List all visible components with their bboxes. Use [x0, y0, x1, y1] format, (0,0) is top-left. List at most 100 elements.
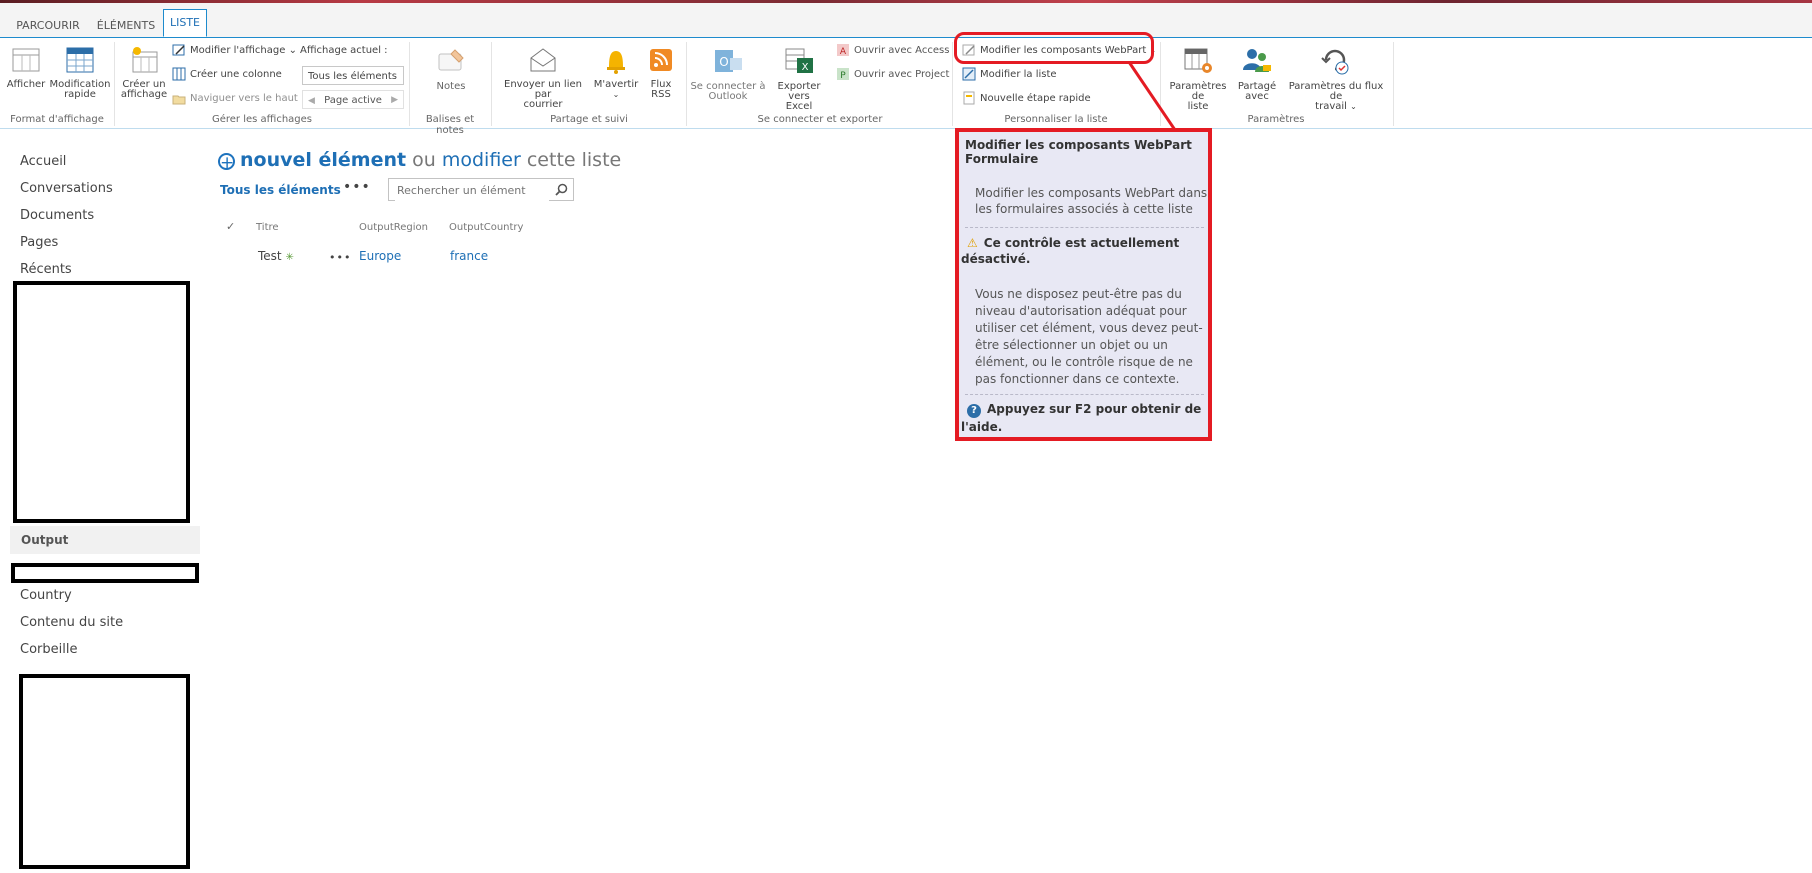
modifier-liste-button[interactable]: Modifier la liste	[962, 66, 1057, 84]
tooltip-help: ? Appuyez sur F2 pour obtenir de l'aide.	[961, 402, 1201, 434]
redacted-block	[11, 563, 199, 583]
nouvelle-etape-button[interactable]: Nouvelle étape rapide	[962, 90, 1091, 108]
list-settings-icon	[1184, 48, 1212, 73]
ou-text: ou	[412, 149, 436, 171]
rss-icon	[650, 49, 672, 71]
nav-item-pages[interactable]: Pages	[20, 235, 58, 250]
modifier-affichage-button[interactable]: Modifier l'affichage ⌄	[172, 42, 297, 60]
page-active-pager[interactable]: ◀ Page active ▶	[302, 90, 404, 109]
view-ellipsis-icon[interactable]: •••	[343, 179, 371, 195]
creer-affichage-button[interactable]: Créer un affichage	[118, 46, 170, 100]
nav-item-country[interactable]: Country	[20, 588, 72, 603]
navigate-up-icon	[172, 95, 186, 105]
affichage-actuel-dropdown[interactable]: Tous les éléments▾	[302, 66, 404, 100]
envoyer-lien-button[interactable]: Envoyer un lien par courrier	[495, 46, 591, 110]
label-line: rapide	[64, 89, 96, 100]
m-avertir-button[interactable]: M'avertir ⌄	[591, 46, 641, 100]
tab-parcourir[interactable]: PARCOURIR	[12, 13, 84, 38]
flux-rss-button[interactable]: Flux RSS	[645, 46, 677, 100]
new-item-star-icon: ✳	[285, 252, 294, 263]
tooltip-reason-line: élément, ou le contrôle risque de ne	[975, 355, 1193, 369]
ouvrir-access-button[interactable]: A Ouvrir avec Access	[836, 42, 949, 60]
select-all-check-icon[interactable]: ✓	[226, 220, 235, 233]
tooltip-disabled-line: Ce contrôle est actuellement	[983, 236, 1180, 250]
new-item-link[interactable]: nouvel élément	[240, 149, 406, 171]
shared-with-icon	[1243, 49, 1271, 72]
parametres-flux-button[interactable]: Paramètres du flux de travail ⌄	[1282, 46, 1390, 112]
connecter-outlook-button[interactable]: O Se connecter à Outlook	[690, 46, 766, 102]
nav-item-output[interactable]: Output	[10, 526, 200, 554]
tab-elements[interactable]: ÉLÉMENTS	[92, 13, 160, 38]
page-active-label: Page active	[324, 95, 382, 106]
nav-item-output-label: Output	[21, 533, 69, 547]
cell-titre: Test	[258, 249, 282, 263]
tooltip-help-line: l'aide.	[961, 420, 1003, 434]
nav-item-recents[interactable]: Récents	[20, 262, 72, 277]
group-divider	[1393, 42, 1394, 126]
edit-list-icon	[962, 67, 976, 81]
naviguer-haut-label: Naviguer vers le haut	[190, 93, 298, 104]
notes-button[interactable]: Notes	[418, 46, 484, 92]
view-table-icon	[12, 48, 40, 72]
tooltip-title-line: Formulaire	[965, 152, 1039, 166]
view-all-items-link[interactable]: Tous les éléments	[220, 183, 341, 197]
help-icon: ?	[967, 404, 981, 418]
quick-step-icon	[963, 91, 975, 105]
pager-next-icon[interactable]: ▶	[391, 91, 398, 110]
chevron-down-icon: ⌄	[1350, 102, 1357, 111]
search-box	[388, 178, 574, 201]
ribbon-tab-bar	[0, 3, 1812, 38]
group-label-partage: Partage et suivi	[550, 114, 628, 125]
tooltip-desc-line: les formulaires associés à cette liste	[975, 202, 1193, 216]
group-label-format-affichage: Format d'affichage	[10, 114, 104, 125]
search-input[interactable]	[395, 180, 549, 201]
notes-label: Notes	[436, 81, 466, 92]
group-label-connecter: Se connecter et exporter	[757, 114, 883, 125]
tooltip-description: Modifier les composants WebPart dans les…	[975, 186, 1207, 216]
column-header-outputcountry[interactable]: OutputCountry	[449, 222, 523, 233]
tooltip-reason-line: utiliser cet élément, vous devez peut-	[975, 321, 1203, 335]
m-avertir-label: M'avertir	[593, 79, 639, 90]
create-column-icon	[172, 67, 186, 81]
search-icon[interactable]	[555, 183, 568, 196]
afficher-button[interactable]: Afficher	[4, 46, 48, 90]
access-icon: A	[837, 44, 849, 57]
ouvrir-project-button[interactable]: P Ouvrir avec Project	[836, 66, 949, 84]
label-line: Envoyer un lien par	[504, 79, 582, 100]
tab-liste[interactable]: LISTE	[163, 9, 207, 37]
naviguer-haut-button[interactable]: Naviguer vers le haut	[172, 90, 298, 108]
group-divider	[491, 42, 492, 126]
table-row-title[interactable]: Test ✳	[258, 249, 294, 263]
creer-colonne-button[interactable]: Créer une colonne	[172, 66, 282, 84]
creer-colonne-label: Créer une colonne	[190, 69, 282, 80]
column-header-titre[interactable]: Titre	[256, 222, 279, 233]
quick-edit-grid-icon	[66, 47, 94, 73]
modification-rapide-button[interactable]: Modification rapide	[48, 46, 112, 100]
ouvrir-project-label: Ouvrir avec Project	[854, 69, 950, 80]
group-label-balises: Balises et notes	[425, 114, 475, 136]
create-view-icon	[132, 47, 158, 73]
tooltip-title-line: Modifier les composants WebPart	[965, 138, 1192, 152]
nav-item-corbeille[interactable]: Corbeille	[20, 642, 77, 657]
svg-text:A: A	[840, 47, 847, 57]
redacted-block	[13, 281, 190, 523]
nav-item-conversations[interactable]: Conversations	[20, 181, 113, 196]
group-divider	[114, 42, 115, 126]
cell-outputregion[interactable]: Europe	[359, 249, 401, 263]
edit-list-link[interactable]: modifier	[442, 149, 521, 171]
tooltip-reason-line: niveau d'autorisation adéquat pour	[975, 304, 1187, 318]
redacted-block	[19, 674, 190, 869]
nav-item-accueil[interactable]: Accueil	[20, 154, 66, 169]
nav-item-contenu-site[interactable]: Contenu du site	[20, 615, 123, 630]
cell-outputcountry[interactable]: france	[450, 249, 488, 263]
item-ellipsis-icon[interactable]: •••	[329, 251, 351, 264]
tooltip-help-line: Appuyez sur F2 pour obtenir de	[987, 402, 1202, 416]
add-circle-icon[interactable]: +	[218, 153, 235, 172]
nav-item-documents[interactable]: Documents	[20, 208, 94, 223]
page-title: + nouvel élément ou modifier cette liste	[218, 149, 621, 172]
pager-prev-icon[interactable]: ◀	[308, 96, 315, 106]
partage-avec-button[interactable]: Partagé avec	[1234, 46, 1280, 102]
tooltip-reason-line: Vous ne disposez peut-être pas du	[975, 287, 1182, 301]
column-header-outputregion[interactable]: OutputRegion	[359, 222, 428, 233]
exporter-excel-button[interactable]: X Exporter vers Excel	[766, 46, 832, 112]
